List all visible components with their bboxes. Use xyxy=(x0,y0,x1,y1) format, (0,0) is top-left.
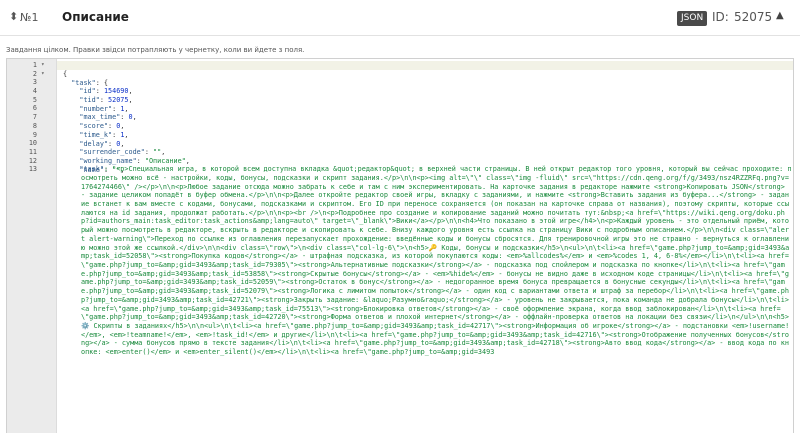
draft-notice: Завдання цілком. Правки звідси потрапляю… xyxy=(6,46,305,54)
code-line: 2 ▾ "task": { xyxy=(32,69,109,87)
code-line: 9 "delay": 0, xyxy=(32,130,125,148)
id-label: ID: xyxy=(712,10,729,24)
code-area[interactable]: 1 ▾{ 2 ▾ "task": { 3 "id": 154690, 4 "tid"… xyxy=(28,61,793,357)
code-line: 1 ▾{ xyxy=(33,61,793,78)
code-line: 4 "tid": 52075, xyxy=(32,87,133,105)
code-line: 6 "max_time": 0, xyxy=(32,104,137,122)
code-line: 5 "number": 1, xyxy=(32,95,129,113)
code-line: 10 "surrender_code": "", xyxy=(28,139,166,157)
code-line: 8 "time_k": 1, xyxy=(32,121,129,139)
fold-icon[interactable]: ▾ xyxy=(41,70,45,79)
task-title: Описание xyxy=(62,10,129,24)
task-number: №1 xyxy=(20,11,39,24)
sort-icon[interactable]: ⬍ xyxy=(9,10,18,23)
code-line: 3 "id": 154690, xyxy=(32,78,133,96)
json-button[interactable]: JSON xyxy=(677,11,708,26)
fold-icon[interactable]: ▾ xyxy=(41,61,45,70)
code-line-task-html: 13 "task": "<p>Специальная игра, в котор… xyxy=(28,165,792,357)
code-line: 7 "score": 0, xyxy=(32,113,125,131)
task-card-header: ⬍ №1 Описание JSON ID: 52075 ▲ xyxy=(0,0,800,36)
json-editor[interactable]: 1 ▾{ 2 ▾ "task": { 3 "id": 154690, 4 "tid"… xyxy=(6,58,794,433)
collapse-icon[interactable]: ▲ xyxy=(776,10,784,21)
task-id-value: 52075 xyxy=(734,10,773,24)
task-html-string: "<p>Специальная игра, в которой всем дос… xyxy=(81,165,792,357)
code-line: 11 "working_name": "Описание", xyxy=(28,147,190,165)
code-line: 12 "name": "", xyxy=(28,156,125,174)
